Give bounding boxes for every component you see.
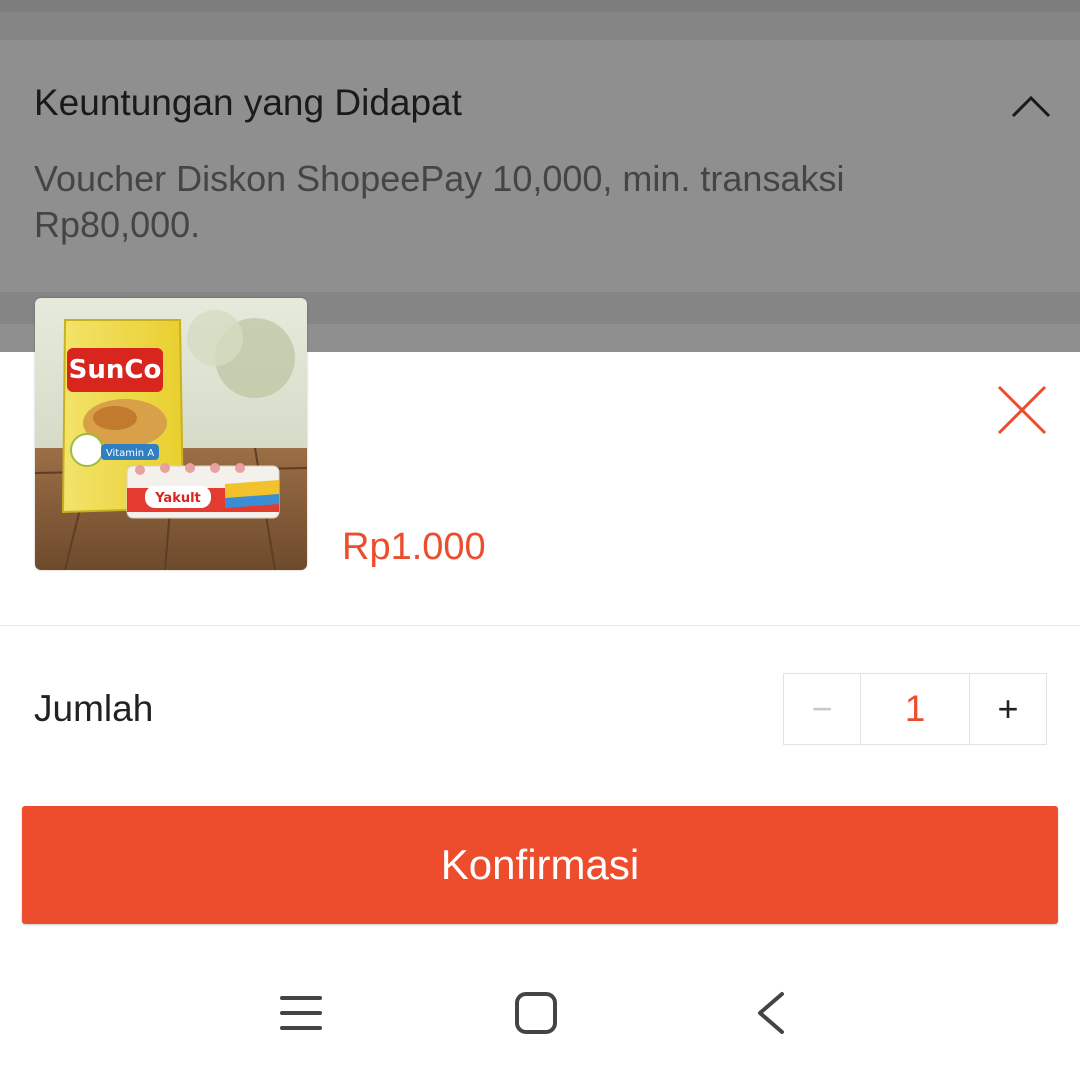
home-icon[interactable] [514, 991, 558, 1035]
quantity-stepper: − 1 + [783, 673, 1047, 745]
divider [0, 625, 1080, 626]
increase-button[interactable]: + [969, 674, 1046, 744]
menu-icon[interactable] [280, 994, 322, 1032]
background-strip [0, 12, 1080, 40]
back-icon[interactable] [756, 991, 786, 1035]
chevron-up-icon[interactable] [1010, 92, 1052, 120]
confirm-button[interactable]: Konfirmasi [22, 806, 1058, 924]
close-icon[interactable] [996, 384, 1048, 436]
product-price: Rp1.000 [342, 526, 486, 568]
benefits-description: Voucher Diskon ShopeePay 10,000, min. tr… [34, 158, 845, 245]
decrease-button[interactable]: − [784, 674, 861, 744]
quantity-value[interactable]: 1 [861, 674, 969, 744]
background-strip [0, 0, 1080, 12]
product-image: SunCo Vitamin A Yakult [35, 298, 307, 570]
quantity-label: Jumlah [34, 688, 154, 729]
brand-logo-sunco: SunCo [69, 355, 162, 385]
svg-text:Vitamin A: Vitamin A [106, 448, 154, 459]
benefits-title: Keuntungan yang Didapat [34, 82, 462, 123]
brand-logo-yakult: Yakult [154, 491, 201, 506]
